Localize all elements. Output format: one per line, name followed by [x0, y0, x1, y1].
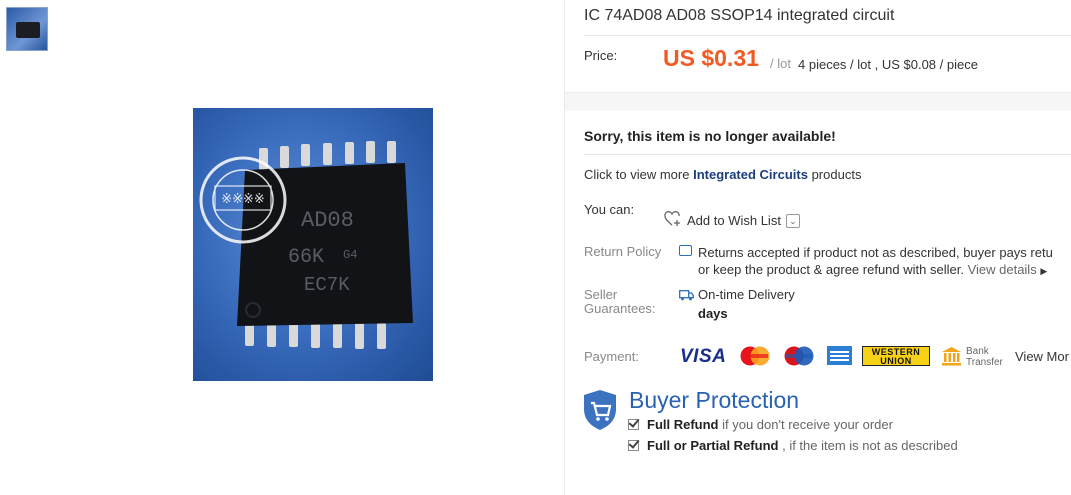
checkbox-icon	[628, 440, 639, 451]
mastercard-logo	[738, 346, 772, 366]
view-details-link[interactable]: View details ▶	[968, 262, 1048, 277]
you-can-label: You can:	[584, 202, 635, 217]
partial-refund: Full or Partial Refund	[647, 438, 779, 453]
return-policy-line1: Returns accepted if product not as descr…	[698, 245, 1053, 260]
full-refund: Full Refund	[647, 417, 719, 432]
seller-guarantees-label: Seller Guarantees:	[584, 287, 656, 316]
heart-plus-icon	[664, 211, 682, 230]
return-policy-text: Returns accepted if product not as descr…	[698, 244, 1053, 280]
chip-marking-4: EC7K	[304, 274, 350, 296]
chip-marking-3: G4	[343, 248, 357, 262]
on-time-delivery: On-time Delivery	[698, 287, 795, 302]
chip-marking-2: 66K	[288, 246, 324, 269]
western-union-logo: WESTERN UNION	[862, 346, 930, 366]
add-to-wishlist-button[interactable]: Add to Wish List ⌄	[664, 211, 800, 230]
buyer-protection-title: Buyer Protection	[629, 387, 800, 413]
product-thumbnail[interactable]	[6, 7, 48, 51]
price-label: Price:	[584, 48, 618, 63]
visa-logo: VISA	[680, 346, 727, 367]
return-policy-line2: or keep the product & agree refund with …	[698, 262, 964, 277]
category-link[interactable]: Integrated Circuits	[693, 167, 808, 182]
maestro-logo	[782, 346, 816, 366]
price-value: US $0.31	[663, 45, 759, 71]
return-icon	[679, 245, 692, 256]
return-policy-label: Return Policy	[584, 244, 662, 259]
checkbox-icon	[628, 419, 639, 430]
shield-cart-icon	[583, 389, 617, 431]
full-refund-line: Full Refund if you don't receive your or…	[628, 417, 893, 432]
bank-transfer-label: Bank Transfer	[966, 346, 1003, 368]
more-prefix: Click to view more	[584, 167, 690, 182]
more-suffix: products	[811, 167, 862, 182]
unavailable-notice: Sorry, this item is no longer available!	[584, 128, 836, 144]
divider	[584, 154, 1071, 155]
bank-icon	[941, 346, 962, 366]
svg-text:※※※※: ※※※※	[221, 192, 265, 207]
product-main-image: AD08 66K G4 EC7K ※※※※	[193, 108, 433, 381]
price-per-piece: 4 pieces / lot , US $0.08 / piece	[798, 57, 978, 72]
section-separator	[565, 92, 1071, 111]
column-divider	[564, 0, 565, 495]
price-unit: / lot	[770, 56, 791, 71]
more-products-line: Click to view more Integrated Circuits p…	[584, 167, 861, 182]
partial-refund-line: Full or Partial Refund , if the item is …	[628, 438, 958, 453]
partial-refund-sub: , if the item is not as described	[782, 438, 958, 453]
view-more-payments-link[interactable]: View Mor	[1015, 349, 1069, 364]
chevron-right-icon: ▶	[1040, 266, 1048, 276]
delivery-truck-icon	[679, 288, 694, 301]
full-refund-sub: if you don't receive your order	[722, 417, 893, 432]
chip-marking-1: AD08	[301, 208, 354, 233]
product-title: IC 74AD08 AD08 SSOP14 integrated circuit	[584, 7, 895, 24]
chevron-down-icon[interactable]: ⌄	[785, 213, 800, 228]
divider	[584, 35, 1071, 36]
amex-logo	[827, 346, 852, 365]
payment-label: Payment:	[584, 349, 639, 364]
delivery-days: days	[698, 306, 728, 321]
wishlist-label: Add to Wish List	[687, 213, 781, 228]
